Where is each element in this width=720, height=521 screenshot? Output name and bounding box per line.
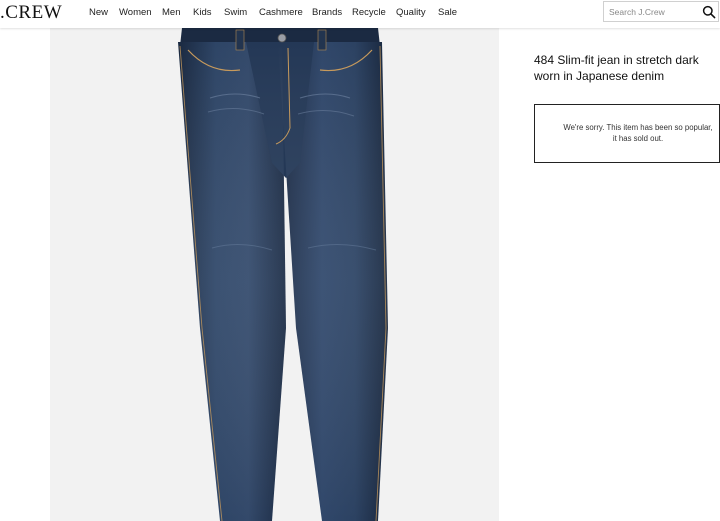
search-input[interactable]: [604, 2, 700, 21]
nav-new[interactable]: New: [89, 7, 108, 18]
nav-brands[interactable]: Brands: [312, 7, 342, 18]
top-navigation-bar: .CREW New Women Men Kids Swim Cashmere B…: [0, 0, 720, 28]
nav-sale[interactable]: Sale: [438, 7, 457, 18]
search-box: [603, 1, 719, 22]
nav-women[interactable]: Women: [119, 7, 152, 18]
nav-men[interactable]: Men: [162, 7, 180, 18]
search-icon[interactable]: [702, 5, 716, 19]
nav-recycle[interactable]: Recycle: [352, 7, 386, 18]
nav-swim[interactable]: Swim: [224, 7, 247, 18]
nav-kids[interactable]: Kids: [193, 7, 211, 18]
sold-out-message: We're sorry. This item has been so popul…: [563, 123, 713, 143]
slim-fit-jeans-product-image[interactable]: [50, 28, 499, 521]
product-image-panel: [50, 28, 499, 521]
sold-out-notice: We're sorry. This item has been so popul…: [534, 104, 720, 163]
nav-cashmere[interactable]: Cashmere: [259, 7, 303, 18]
jcrew-logo[interactable]: .CREW: [0, 2, 62, 24]
product-title: 484 Slim-fit jean in stretch dark worn i…: [534, 53, 699, 83]
nav-quality[interactable]: Quality: [396, 7, 426, 18]
